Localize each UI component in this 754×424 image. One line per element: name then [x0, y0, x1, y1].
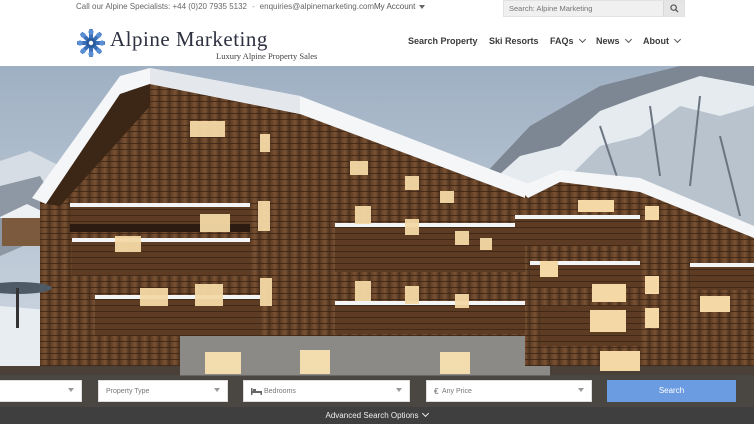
- dropdown-arrow-icon: [396, 388, 402, 392]
- advanced-search-label: Advanced Search Options: [325, 411, 419, 420]
- nav-label: Ski Resorts: [489, 36, 539, 46]
- search-icon: [670, 4, 679, 13]
- hero-chalet-illustration: [0, 66, 754, 424]
- nav-label: FAQs: [550, 36, 574, 46]
- email-link[interactable]: enquiries@alpinemarketing.com: [260, 2, 374, 11]
- brand-tagline: Luxury Alpine Property Sales: [216, 51, 318, 61]
- site-search-button[interactable]: [663, 1, 684, 16]
- site-search-input[interactable]: [504, 1, 664, 16]
- nav-news[interactable]: News: [596, 35, 632, 46]
- logo-snowflake-icon: [77, 29, 105, 57]
- site-search: [503, 0, 685, 17]
- chevron-down-icon: [673, 35, 682, 44]
- top-utility-bar: Call our Alpine Specialists: +44 (0)20 7…: [0, 0, 754, 18]
- price-value: Any Price: [442, 388, 472, 395]
- dropdown-arrow-icon: [214, 388, 220, 392]
- phone-text: Call our Alpine Specialists: +44 (0)20 7…: [76, 2, 247, 11]
- nav-faqs[interactable]: FAQs: [550, 35, 586, 46]
- nav-label: Search Property: [408, 36, 478, 46]
- hero-image-chalet: [0, 66, 754, 424]
- price-select[interactable]: € Any Price: [426, 380, 592, 402]
- contact-info: Call our Alpine Specialists: +44 (0)20 7…: [76, 2, 387, 11]
- property-search-form: Property Type Bedrooms € Any Price Searc…: [0, 375, 754, 407]
- bedrooms-value: Bedrooms: [264, 388, 296, 395]
- contact-separator: -: [252, 2, 255, 11]
- dropdown-arrow-icon: [68, 388, 74, 392]
- dropdown-arrow-icon: [578, 388, 584, 392]
- brand-name: Alpine Marketing: [110, 27, 268, 51]
- search-submit-button[interactable]: Search: [607, 380, 736, 402]
- nav-label: About: [643, 36, 669, 46]
- my-account-label: My Account: [374, 2, 416, 11]
- chevron-down-icon: [422, 409, 430, 418]
- my-account-menu[interactable]: My Account: [374, 2, 426, 11]
- chevron-down-icon: [578, 35, 586, 44]
- chevron-down-icon: [624, 35, 632, 44]
- property-type-select[interactable]: Property Type: [98, 380, 228, 402]
- nav-label: News: [596, 36, 620, 46]
- caret-down-icon: [419, 4, 426, 9]
- location-select[interactable]: [0, 380, 82, 402]
- nav-ski-resorts[interactable]: Ski Resorts: [489, 36, 539, 46]
- bed-icon: [251, 387, 262, 397]
- nav-search-property[interactable]: Search Property: [408, 36, 478, 46]
- property-type-value: Property Type: [106, 388, 150, 395]
- site-header: Alpine Marketing Luxury Alpine Property …: [0, 18, 754, 66]
- euro-icon: €: [434, 387, 439, 396]
- advanced-search-toggle[interactable]: Advanced Search Options: [0, 407, 754, 424]
- site-logo[interactable]: Alpine Marketing Luxury Alpine Property …: [76, 27, 336, 63]
- nav-about[interactable]: About: [643, 35, 682, 46]
- bedrooms-select[interactable]: Bedrooms: [243, 380, 410, 402]
